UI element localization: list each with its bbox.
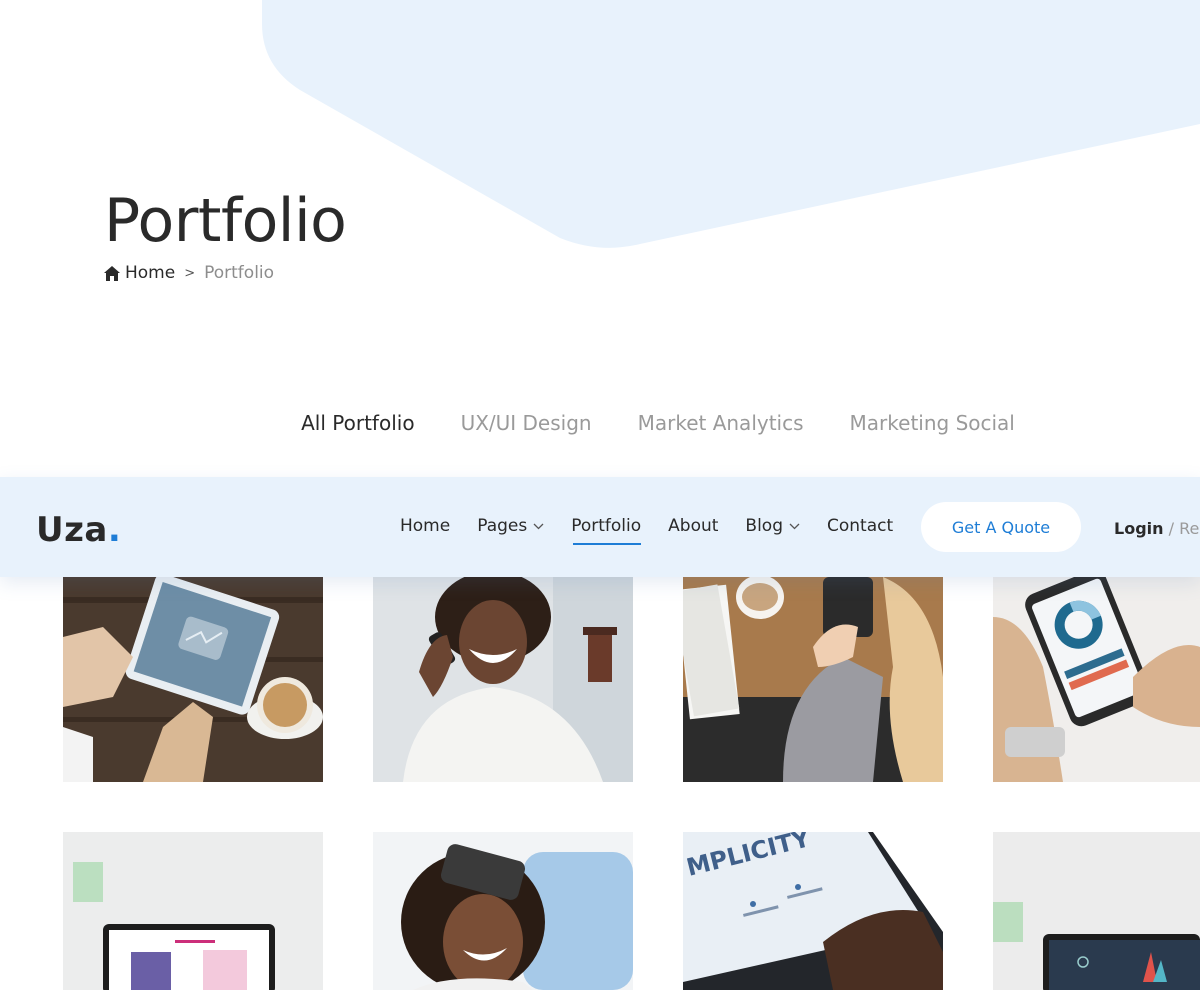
main-navbar: Uza. Home Pages Portfolio About Blog Con… xyxy=(0,477,1200,577)
portfolio-image xyxy=(373,577,633,782)
portfolio-item-laptop-dashboard[interactable] xyxy=(993,832,1200,990)
filter-market-analytics[interactable]: Market Analytics xyxy=(638,411,804,435)
chevron-down-icon xyxy=(789,523,800,529)
portfolio-item-woman-vr[interactable] xyxy=(373,832,633,990)
portfolio-item-phone-desk[interactable] xyxy=(683,577,943,782)
portfolio-item-laptop-creative[interactable] xyxy=(63,832,323,990)
nav-about[interactable]: About xyxy=(668,516,718,536)
brand-logo[interactable]: Uza. xyxy=(36,510,121,550)
page-title: Portfolio xyxy=(104,186,347,256)
nav-home[interactable]: Home xyxy=(400,516,450,536)
nav-menu: Home Pages Portfolio About Blog Contact xyxy=(400,516,893,545)
portfolio-image xyxy=(993,832,1200,990)
nav-contact[interactable]: Contact xyxy=(827,516,893,536)
portfolio-image xyxy=(63,832,323,990)
portfolio-filter-tabs: All Portfolio UX/UI Design Market Analyt… xyxy=(0,411,1200,435)
nav-blog[interactable]: Blog xyxy=(745,516,800,536)
nav-portfolio[interactable]: Portfolio xyxy=(571,516,641,545)
filter-all-portfolio[interactable]: All Portfolio xyxy=(301,411,414,435)
portfolio-item-laptop-simplicity[interactable]: MPLICITY xyxy=(683,832,943,990)
breadcrumb: Home > Portfolio xyxy=(104,263,274,283)
portfolio-item-tablet-finance[interactable] xyxy=(63,577,323,782)
filter-marketing-social[interactable]: Marketing Social xyxy=(850,411,1015,435)
portfolio-image: MPLICITY xyxy=(683,832,943,990)
home-icon xyxy=(104,265,120,281)
chevron-down-icon xyxy=(533,523,544,529)
login-register: Login / Regi xyxy=(1114,519,1200,538)
portfolio-image xyxy=(683,577,943,782)
portfolio-item-woman-phone[interactable] xyxy=(373,577,633,782)
portfolio-image xyxy=(993,577,1200,782)
register-link[interactable]: Regi xyxy=(1179,519,1200,538)
nav-pages[interactable]: Pages xyxy=(477,516,544,536)
portfolio-image xyxy=(373,832,633,990)
breadcrumb-separator: > xyxy=(184,265,196,281)
portfolio-item-phone-analysis[interactable] xyxy=(993,577,1200,782)
portfolio-image xyxy=(63,577,323,782)
breadcrumb-current: Portfolio xyxy=(204,263,275,283)
filter-ux-ui-design[interactable]: UX/UI Design xyxy=(461,411,592,435)
get-a-quote-button[interactable]: Get A Quote xyxy=(921,502,1081,552)
login-link[interactable]: Login xyxy=(1114,519,1164,538)
breadcrumb-home-link[interactable]: Home xyxy=(125,263,175,283)
